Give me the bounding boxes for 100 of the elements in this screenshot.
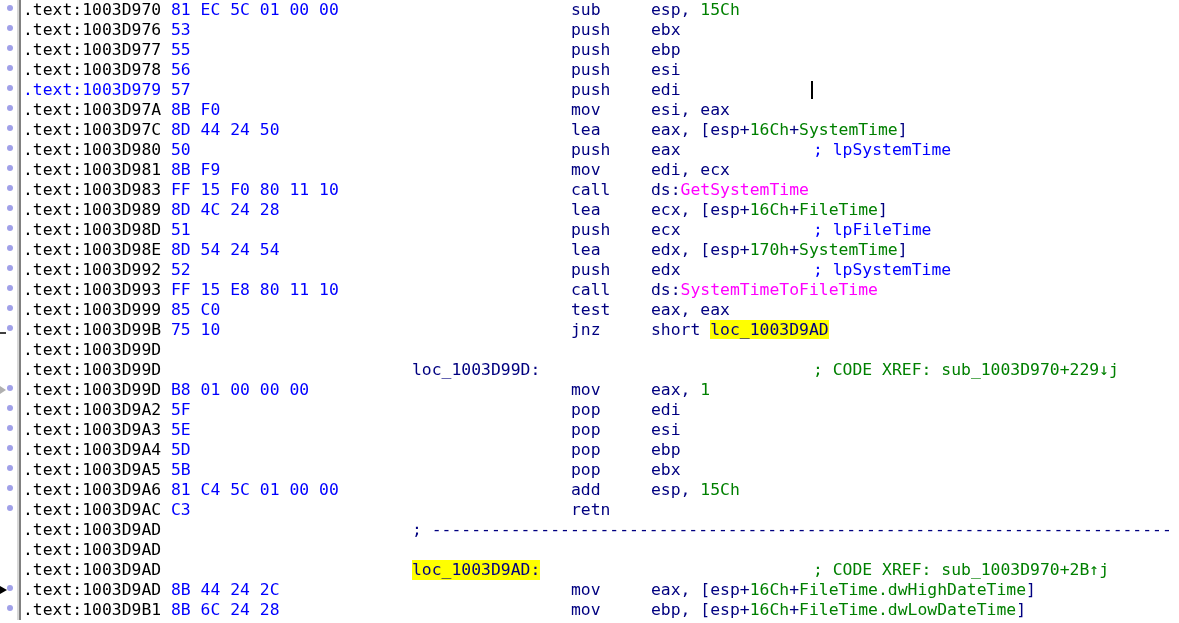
breakpoint-dot-icon[interactable] [7, 285, 13, 291]
instruction-mnemonic: mov [571, 100, 601, 120]
breakpoint-dot-icon[interactable] [7, 405, 13, 411]
address-text: .text:1003D97A [22, 100, 163, 120]
address-text: .text:1003D99B [22, 320, 163, 340]
address-text: .text:1003D9AD [22, 580, 163, 600]
breakpoint-dot-icon[interactable] [7, 145, 13, 151]
address-text: .text:1003D98E [22, 240, 163, 260]
address-text: .text:1003D99D [22, 360, 163, 380]
instruction-mnemonic: push [571, 40, 611, 60]
address-text: .text:1003D979 [22, 80, 163, 100]
breakpoint-dot-icon[interactable] [7, 165, 13, 171]
breakpoint-dot-icon[interactable] [7, 265, 13, 271]
breakpoint-dot-icon[interactable] [7, 485, 13, 491]
address-text: .text:1003D9AD [22, 540, 163, 560]
code-label[interactable]: loc_1003D9AD: [412, 560, 541, 580]
opcode-bytes: 5E [171, 420, 192, 440]
address-text: .text:1003D97C [22, 120, 163, 140]
code-comment: ; lpFileTime [813, 220, 932, 240]
instruction-mnemonic: test [571, 300, 611, 320]
breakpoint-dot-icon[interactable] [7, 5, 13, 11]
instruction-operands: eax, [esp+16Ch+SystemTime] [651, 120, 908, 140]
address-text: .text:1003D9A5 [22, 460, 163, 480]
opcode-bytes: FF 15 E8 80 11 10 [171, 280, 340, 300]
instruction-operands: edi [651, 400, 681, 420]
breakpoint-dot-icon[interactable] [7, 445, 13, 451]
address-text: .text:1003D9A6 [22, 480, 163, 500]
breakpoint-dot-icon[interactable] [7, 105, 13, 111]
opcode-bytes: 8B F0 [171, 100, 222, 120]
instruction-mnemonic: push [571, 60, 611, 80]
breakpoint-dot-icon[interactable] [7, 325, 13, 331]
breakpoint-dot-icon[interactable] [7, 45, 13, 51]
instruction-mnemonic: mov [571, 600, 601, 620]
instruction-operands: edi, ecx [651, 160, 730, 180]
instruction-mnemonic: retn [571, 500, 611, 520]
instruction-mnemonic: call [571, 180, 611, 200]
breakpoint-dot-icon[interactable] [7, 385, 13, 391]
breakpoint-dot-icon[interactable] [7, 425, 13, 431]
opcode-bytes: FF 15 F0 80 11 10 [171, 180, 340, 200]
instruction-operands: esi [651, 60, 681, 80]
instruction-operands: eax [651, 140, 681, 160]
instruction-mnemonic: pop [571, 400, 601, 420]
instruction-mnemonic: mov [571, 380, 601, 400]
opcode-bytes: C3 [171, 500, 192, 520]
breakpoint-dot-icon[interactable] [7, 205, 13, 211]
opcode-bytes: 8D 4C 24 28 [171, 200, 281, 220]
address-text: .text:1003D970 [22, 0, 163, 20]
opcode-bytes: 8B 6C 24 28 [171, 600, 281, 620]
instruction-mnemonic: push [571, 80, 611, 100]
code-comment: ; lpSystemTime [813, 140, 952, 160]
opcode-bytes: 51 [171, 220, 192, 240]
instruction-operands: ebx [651, 460, 681, 480]
breakpoint-dot-icon[interactable] [7, 65, 13, 71]
instruction-operands: eax, eax [651, 300, 730, 320]
instruction-operands: edx, [esp+170h+SystemTime] [651, 240, 908, 260]
breakpoint-dot-icon[interactable] [7, 85, 13, 91]
address-text: .text:1003D989 [22, 200, 163, 220]
instruction-operands: short loc_1003D9AD [651, 320, 829, 340]
instruction-mnemonic: add [571, 480, 601, 500]
breakpoint-dot-icon[interactable] [7, 505, 13, 511]
address-text: .text:1003D977 [22, 40, 163, 60]
opcode-bytes: 52 [171, 260, 192, 280]
instruction-mnemonic: lea [571, 240, 601, 260]
opcode-bytes: 81 C4 5C 01 00 00 [171, 480, 340, 500]
separator-comment: ; --------------------------------------------------------------------------- [412, 520, 1172, 540]
instruction-operands: ecx, [esp+16Ch+FileTime] [651, 200, 888, 220]
opcode-bytes: 8B F9 [171, 160, 222, 180]
address-text: .text:1003D9A4 [22, 440, 163, 460]
code-comment: ; lpSystemTime [813, 260, 952, 280]
address-text: .text:1003D9A3 [22, 420, 163, 440]
code-label[interactable]: loc_1003D99D: [412, 360, 541, 380]
instruction-mnemonic: pop [571, 440, 601, 460]
breakpoint-dot-icon[interactable] [7, 465, 13, 471]
address-text: .text:1003D999 [22, 300, 163, 320]
breakpoint-dot-icon[interactable] [7, 245, 13, 251]
instruction-mnemonic: call [571, 280, 611, 300]
instruction-mnemonic: mov [571, 160, 601, 180]
instruction-operands: ds:SystemTimeToFileTime [651, 280, 878, 300]
instruction-operands: ebp [651, 40, 681, 60]
breakpoint-dot-icon[interactable] [7, 125, 13, 131]
instruction-operands: esi [651, 420, 681, 440]
instruction-operands: esp, 15Ch [651, 480, 740, 500]
instruction-mnemonic: push [571, 220, 611, 240]
breakpoint-dot-icon[interactable] [7, 225, 13, 231]
opcode-bytes: 56 [171, 60, 192, 80]
instruction-mnemonic: push [571, 20, 611, 40]
address-text: .text:1003D980 [22, 140, 163, 160]
instruction-operands: esp, 15Ch [651, 0, 740, 20]
code-comment: ; CODE XREF: sub_1003D970+2B↑j [813, 560, 1110, 580]
instruction-mnemonic: mov [571, 580, 601, 600]
address-text: .text:1003D981 [22, 160, 163, 180]
breakpoint-dot-icon[interactable] [7, 605, 13, 611]
instruction-mnemonic: push [571, 260, 611, 280]
breakpoint-dot-icon[interactable] [7, 305, 13, 311]
breakpoint-dot-icon[interactable] [7, 585, 13, 591]
opcode-bytes: 8B 44 24 2C [171, 580, 281, 600]
opcode-bytes: 81 EC 5C 01 00 00 [171, 0, 340, 20]
instruction-mnemonic: jnz [571, 320, 601, 340]
breakpoint-dot-icon[interactable] [7, 185, 13, 191]
breakpoint-dot-icon[interactable] [7, 25, 13, 31]
